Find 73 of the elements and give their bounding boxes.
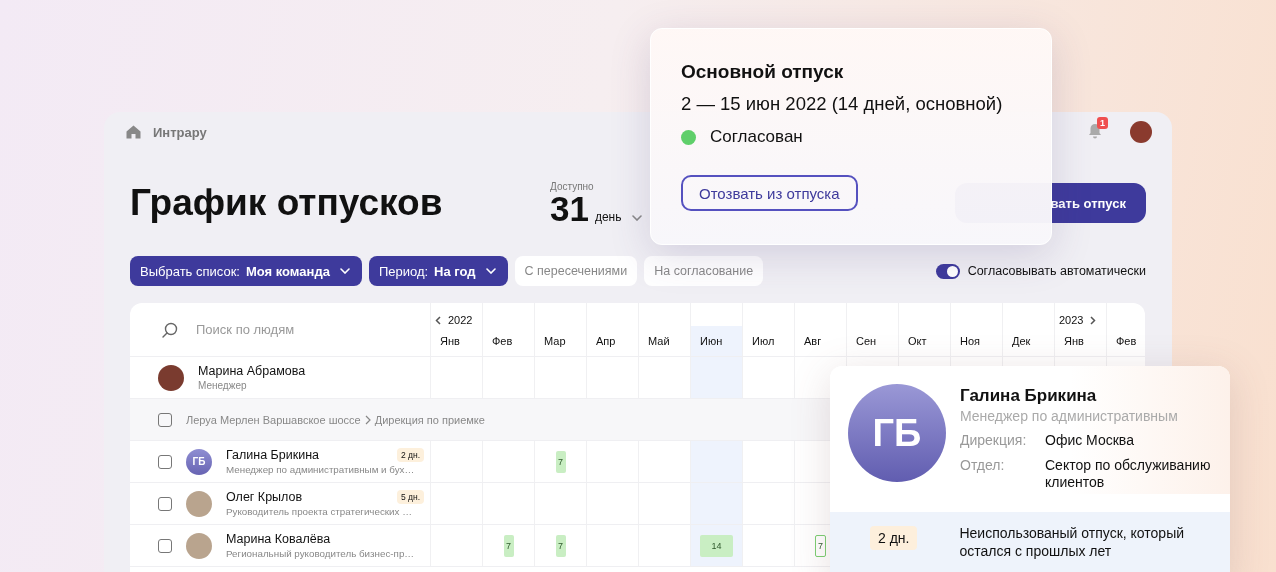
unused-vacation-note: Неиспользованый отпуск, который остался с прошлых лет — [959, 524, 1185, 560]
days-unit: день — [594, 209, 622, 224]
year-label: 2022 — [448, 314, 473, 326]
vacation-bar[interactable]: 7 — [815, 534, 826, 557]
avatar-placeholder — [186, 490, 212, 517]
bell-icon[interactable] — [1088, 123, 1102, 139]
field-label: Дирекция: — [960, 432, 1028, 449]
month-header[interactable]: Фев — [482, 303, 534, 356]
status-label: Согласован — [710, 127, 803, 147]
checkbox[interactable] — [158, 412, 172, 427]
month-header[interactable]: 2023 Янв — [1054, 303, 1106, 356]
avatar-placeholder — [186, 532, 212, 559]
profile-role: Менеджер по административным — [960, 408, 1179, 424]
initials-avatar: ГБ — [848, 384, 946, 482]
highlighted-month-header[interactable]: Июн — [690, 303, 742, 356]
avatar-placeholder — [158, 364, 184, 391]
month-header[interactable]: Ноя — [950, 303, 1002, 356]
initials-avatar: ГБ — [186, 448, 212, 475]
field-value: Сектор по обслуживанию клиентов — [1045, 457, 1212, 491]
person-role: Менеджер по административным и бух… — [226, 464, 416, 475]
chevron-left-icon[interactable] — [435, 315, 441, 325]
home-icon[interactable] — [126, 125, 141, 139]
checkbox[interactable] — [158, 454, 172, 469]
popover-title: Основной отпуск — [681, 61, 845, 83]
vacation-bar[interactable]: 14 — [700, 534, 733, 557]
month-header[interactable]: Дек — [1002, 303, 1054, 356]
month-header[interactable]: Мар — [534, 303, 586, 356]
profile-name: Галина Брикина — [960, 386, 1098, 406]
chevron-right-icon — [364, 414, 371, 425]
month-header[interactable]: Апр — [586, 303, 638, 356]
vacation-bar[interactable]: 7 — [555, 450, 566, 473]
filter-dropdown[interactable]: Выбрать список: Моя команда — [130, 256, 362, 286]
field-value: Офис Москва — [1045, 432, 1135, 449]
person-name: Марина Абрамова — [198, 364, 306, 378]
filter-dropdown[interactable]: Период: На год — [368, 256, 508, 286]
year-label: 2023 — [1059, 314, 1084, 326]
month-header[interactable]: Окт — [898, 303, 950, 356]
vacation-bar[interactable]: 7 — [503, 534, 514, 557]
person-name: Олег Крылов — [226, 490, 303, 504]
month-header[interactable]: Фев — [1106, 303, 1145, 356]
month-header[interactable]: Сен — [846, 303, 898, 356]
days-badge: 5 дн. — [396, 490, 424, 504]
recall-button[interactable]: Отозвать из отпуска — [681, 175, 858, 211]
page-title: График отпусков — [130, 182, 444, 224]
person-name: Галина Брикина — [226, 448, 320, 462]
vacation-bar[interactable]: 7 — [555, 534, 566, 557]
toggle-label: Согласовывать автоматически — [967, 264, 1146, 278]
chevron-right-icon[interactable] — [1090, 315, 1097, 325]
search-icon — [162, 321, 178, 338]
month-header[interactable]: 2022 Янв — [430, 303, 482, 356]
filter-chip[interactable]: С пересечениями — [514, 256, 638, 286]
filter-chip[interactable]: На согласование — [644, 256, 764, 286]
person-role: Менеджер — [198, 380, 248, 391]
notification-badge: 1 — [1097, 117, 1108, 129]
person-name: Марина Ковалёва — [226, 532, 331, 546]
person-role: Региональный руководитель бизнес-пр… — [226, 548, 416, 559]
checkbox[interactable] — [158, 538, 172, 553]
available-days: 31 — [550, 191, 589, 226]
field-label: Отдел: — [960, 457, 1006, 475]
breadcrumb[interactable]: Интрару — [153, 124, 207, 140]
chevron-down-icon — [485, 268, 496, 274]
checkbox[interactable] — [158, 496, 172, 511]
month-header[interactable]: Авг — [794, 303, 846, 356]
available-label: Доступно — [550, 180, 595, 192]
month-header[interactable]: Июл — [742, 303, 794, 356]
days-badge: 2 дн. — [870, 526, 918, 550]
user-avatar[interactable] — [1130, 121, 1152, 143]
person-role: Руководитель проекта стратегических … — [226, 506, 413, 517]
vacation-dates: 2 — 15 июн 2022 (14 дней, основной) — [681, 93, 1004, 115]
chevron-down-icon — [339, 268, 350, 274]
chevron-down-icon — [631, 214, 642, 221]
toggle-switch[interactable] — [935, 263, 960, 279]
days-badge: 2 дн. — [396, 448, 424, 462]
